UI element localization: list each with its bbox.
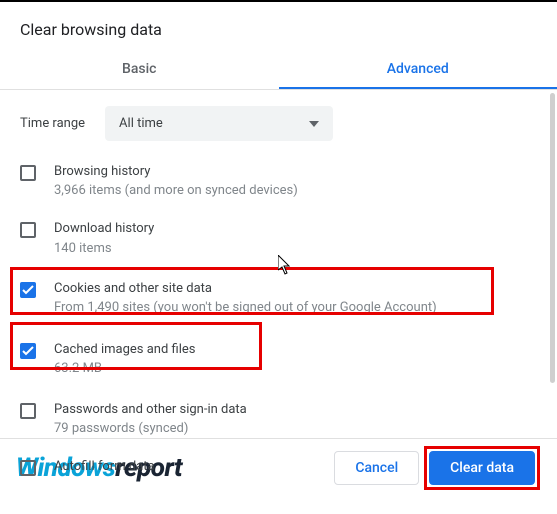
checkbox-passwords[interactable] (20, 403, 36, 419)
checkbox-browsing-history[interactable] (20, 165, 36, 181)
list-item[interactable]: Download history 140 items (20, 210, 527, 267)
clear-data-button[interactable]: Clear data (429, 451, 535, 485)
checkbox-cached[interactable] (20, 343, 36, 359)
list-item[interactable]: Passwords and other sign-in data 79 pass… (20, 391, 527, 448)
list-item[interactable]: Cached images and files 63.2 MB (20, 329, 527, 390)
list-item[interactable]: Cookies and other site data From 1,490 s… (20, 268, 527, 329)
time-range-select[interactable]: All time (105, 106, 333, 141)
item-sub: 140 items (54, 240, 527, 258)
scrollbar-thumb[interactable] (550, 93, 555, 383)
item-title: Download history (54, 220, 527, 238)
time-range-label: Time range (20, 116, 85, 131)
time-range-value: All time (119, 116, 163, 131)
tab-basic[interactable]: Basic (0, 53, 279, 89)
item-title: Cookies and other site data (54, 280, 527, 298)
item-title: Passwords and other sign-in data (54, 401, 527, 419)
list-item[interactable]: Browsing history 3,966 items (and more o… (20, 153, 527, 210)
item-sub: 63.2 MB (54, 360, 527, 378)
item-sub: From 1,490 sites (you won't be signed ou… (54, 299, 527, 317)
content-scroll: Time range All time Browsing history 3,9… (0, 90, 557, 438)
tab-advanced[interactable]: Advanced (279, 53, 557, 89)
item-sub: 3,966 items (and more on synced devices) (54, 182, 527, 200)
item-title: Browsing history (54, 163, 527, 181)
chevron-down-icon (309, 121, 319, 127)
checkbox-autofill[interactable] (20, 460, 36, 476)
dialog-title: Clear browsing data (0, 2, 557, 53)
checkbox-download-history[interactable] (20, 222, 36, 238)
tab-bar: Basic Advanced (0, 53, 557, 89)
checkbox-cookies[interactable] (20, 282, 36, 298)
item-title: Cached images and files (54, 341, 527, 359)
item-sub: 79 passwords (synced) (54, 420, 527, 438)
